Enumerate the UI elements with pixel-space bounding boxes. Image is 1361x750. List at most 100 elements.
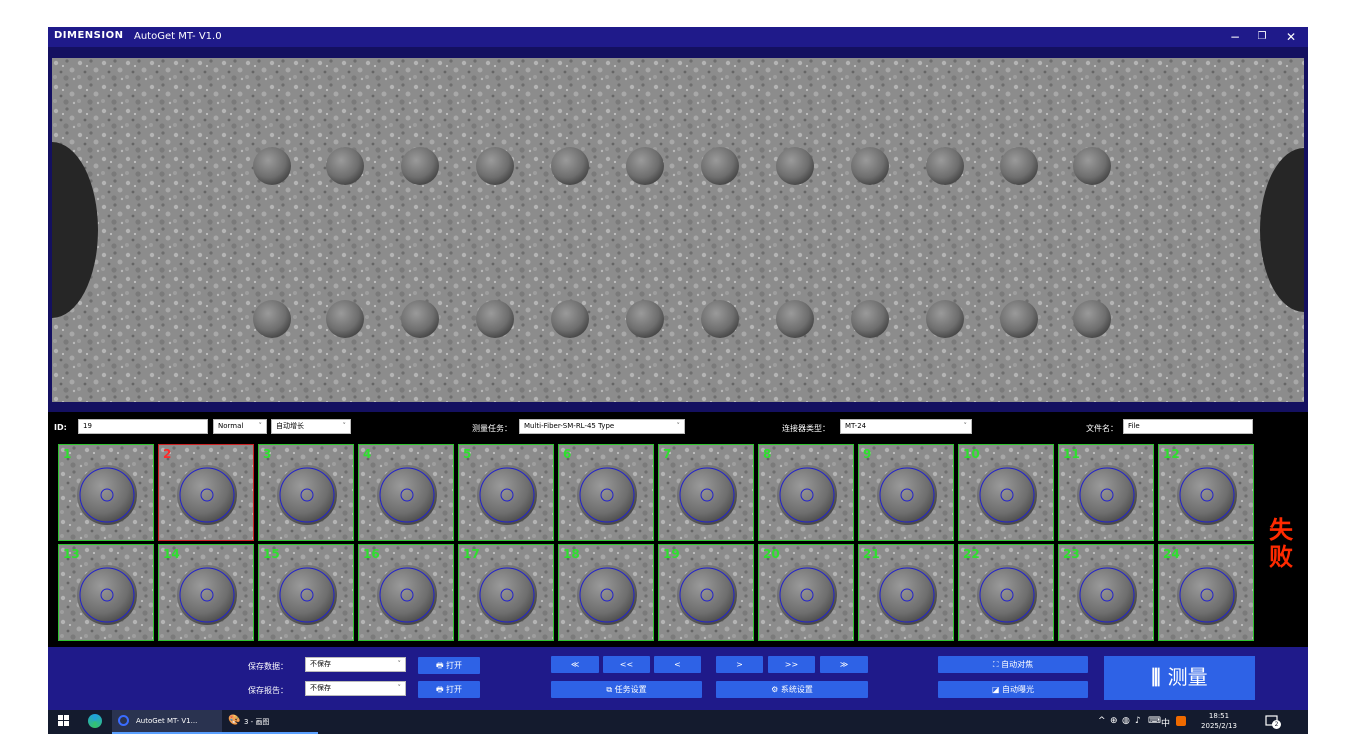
first-button[interactable]: ≪	[551, 656, 599, 673]
connector-select[interactable]: MT-24 ˅	[840, 419, 972, 434]
fiber-thumbnail[interactable]: 10	[958, 444, 1054, 541]
fiber-endface	[401, 147, 439, 185]
open-report-button[interactable]: 🖶 打开	[418, 681, 480, 698]
fiber-number: 19	[663, 547, 680, 561]
next-button[interactable]: >	[716, 656, 763, 673]
fiber-endface	[926, 147, 964, 185]
previous-page-button[interactable]: <<	[603, 656, 650, 673]
id-input[interactable]: 19	[78, 419, 208, 434]
open-data-button[interactable]: 🖶 打开	[418, 657, 480, 674]
maximize-button[interactable]: ❐	[1251, 29, 1273, 45]
auto-exposure-button[interactable]: ◪ 自动曝光	[938, 681, 1088, 698]
exposure-icon: ◪	[991, 685, 1003, 694]
filename-input[interactable]: File	[1123, 419, 1253, 434]
notification-icon[interactable]: 2	[1265, 714, 1281, 729]
fiber-thumbnail[interactable]: 2	[158, 444, 254, 541]
fiber-thumbnail[interactable]: 17	[458, 544, 554, 641]
fiber-number: 14	[163, 547, 180, 561]
clock-date[interactable]: 2025/2/13	[1194, 722, 1244, 730]
task-settings-button[interactable]: ⧉ 任务设置	[551, 681, 702, 698]
fiber-endface	[253, 147, 291, 185]
fiber-thumbnail[interactable]: 4	[358, 444, 454, 541]
fiber-thumbnail[interactable]: 16	[358, 544, 454, 641]
input-method-icon[interactable]: ⌨	[1148, 716, 1161, 726]
connector-label: 连接器类型：	[782, 424, 830, 433]
save-data-select[interactable]: 不保存 ˅	[305, 657, 406, 672]
fiber-thumbnail[interactable]: 14	[158, 544, 254, 641]
fiber-thumbnail[interactable]: 11	[1058, 444, 1154, 541]
taskbar-app-label: AutoGet MT- V1...	[136, 717, 198, 725]
fiber-thumbnail[interactable]: 18	[558, 544, 654, 641]
next-page-button[interactable]: >>	[768, 656, 815, 673]
auto-focus-button[interactable]: ⛶ 自动对焦	[938, 656, 1088, 673]
save-report-value: 不保存	[310, 684, 331, 692]
fiber-thumbnail[interactable]: 6	[558, 444, 654, 541]
result-status: 失败	[1269, 516, 1293, 571]
minimize-button[interactable]: −	[1224, 29, 1246, 45]
mode-select[interactable]: Normal ˅	[213, 419, 267, 434]
window-title: AutoGet MT- V1.0	[134, 31, 222, 42]
system-settings-button[interactable]: ⚙ 系统设置	[716, 681, 868, 698]
control-panel: ID: 19 Normal ˅ 自动增长 ˅ 测量任务： Multi-Fiber-S…	[48, 412, 1308, 647]
ferrule-camera-image[interactable]	[52, 58, 1304, 402]
fiber-thumbnail[interactable]: 22	[958, 544, 1054, 641]
close-button[interactable]: ✕	[1280, 29, 1302, 45]
network-icon[interactable]: ⊕	[1110, 716, 1118, 726]
increment-value: 自动增长	[276, 422, 304, 430]
fiber-thumbnail[interactable]: 9	[858, 444, 954, 541]
fiber-thumbnail[interactable]: 19	[658, 544, 754, 641]
fiber-thumbnail[interactable]: 5	[458, 444, 554, 541]
fiber-thumbnail[interactable]: 8	[758, 444, 854, 541]
fiber-endface	[1073, 300, 1111, 338]
fiber-thumbnail[interactable]: 3	[258, 444, 354, 541]
id-label: ID:	[54, 423, 67, 432]
windows-start-icon[interactable]	[58, 715, 69, 726]
last-button[interactable]: ≫	[820, 656, 868, 673]
open-report-label: 打开	[446, 685, 463, 694]
previous-button[interactable]: <	[654, 656, 701, 673]
fiber-number: 2	[163, 447, 172, 461]
save-report-select[interactable]: 不保存 ˅	[305, 681, 406, 696]
fiber-thumbnail[interactable]: 1	[58, 444, 154, 541]
fiber-number: 8	[763, 447, 772, 461]
fiber-thumbnail[interactable]: 21	[858, 544, 954, 641]
clock-time[interactable]: 18:51	[1201, 712, 1237, 720]
fiber-number: 3	[263, 447, 272, 461]
filename-label: 文件名：	[1086, 424, 1118, 433]
fiber-thumbnail[interactable]: 13	[58, 544, 154, 641]
tray-chevron-up-icon[interactable]: ^	[1098, 716, 1106, 726]
edge-browser-icon[interactable]	[88, 714, 102, 728]
increment-select[interactable]: 自动增长 ˅	[271, 419, 351, 434]
volume-icon[interactable]: ♪	[1135, 716, 1141, 726]
chevron-down-icon: ˅	[258, 422, 263, 430]
save-data-label: 保存数据：	[248, 662, 288, 671]
fiber-thumbnail[interactable]: 15	[258, 544, 354, 641]
save-data-value: 不保存	[310, 660, 331, 668]
fiber-thumbnail[interactable]: 24	[1158, 544, 1254, 641]
ime-indicator[interactable]: 中	[1161, 716, 1170, 729]
taskbar-app-autoget[interactable]: AutoGet MT- V1...	[112, 710, 222, 734]
bottom-toolbar: 保存数据： 不保存 ˅ 保存报告： 不保存 ˅ 🖶 打开 🖶 打开 ≪ << < >…	[48, 647, 1308, 710]
globe-icon[interactable]: ◍	[1122, 716, 1130, 726]
fiber-endface	[1000, 147, 1038, 185]
taskbar-app-paint[interactable]: 🎨 3 - 画图	[222, 710, 318, 734]
fiber-number: 22	[963, 547, 980, 561]
fiber-thumbnail[interactable]: 7	[658, 444, 754, 541]
measure-button[interactable]: ⫼ 测量	[1104, 656, 1255, 700]
fiber-thumbnail[interactable]: 20	[758, 544, 854, 641]
fiber-endface	[701, 147, 739, 185]
auto-focus-label: 自动对焦	[1001, 660, 1034, 669]
fiber-endface	[326, 147, 364, 185]
sogou-icon[interactable]	[1176, 716, 1186, 726]
fiber-endface	[551, 300, 589, 338]
autoget-app-icon	[118, 715, 129, 726]
fiber-number: 16	[363, 547, 380, 561]
fiber-endface	[701, 300, 739, 338]
paint-app-icon: 🎨	[228, 715, 241, 726]
measure-label: 测量	[1167, 665, 1208, 689]
task-settings-icon: ⧉	[606, 685, 615, 694]
fiber-endface	[476, 147, 514, 185]
fiber-thumbnail[interactable]: 12	[1158, 444, 1254, 541]
fiber-thumbnail[interactable]: 23	[1058, 544, 1154, 641]
task-select[interactable]: Multi-Fiber-SM-RL-45 Type ˅	[519, 419, 685, 434]
